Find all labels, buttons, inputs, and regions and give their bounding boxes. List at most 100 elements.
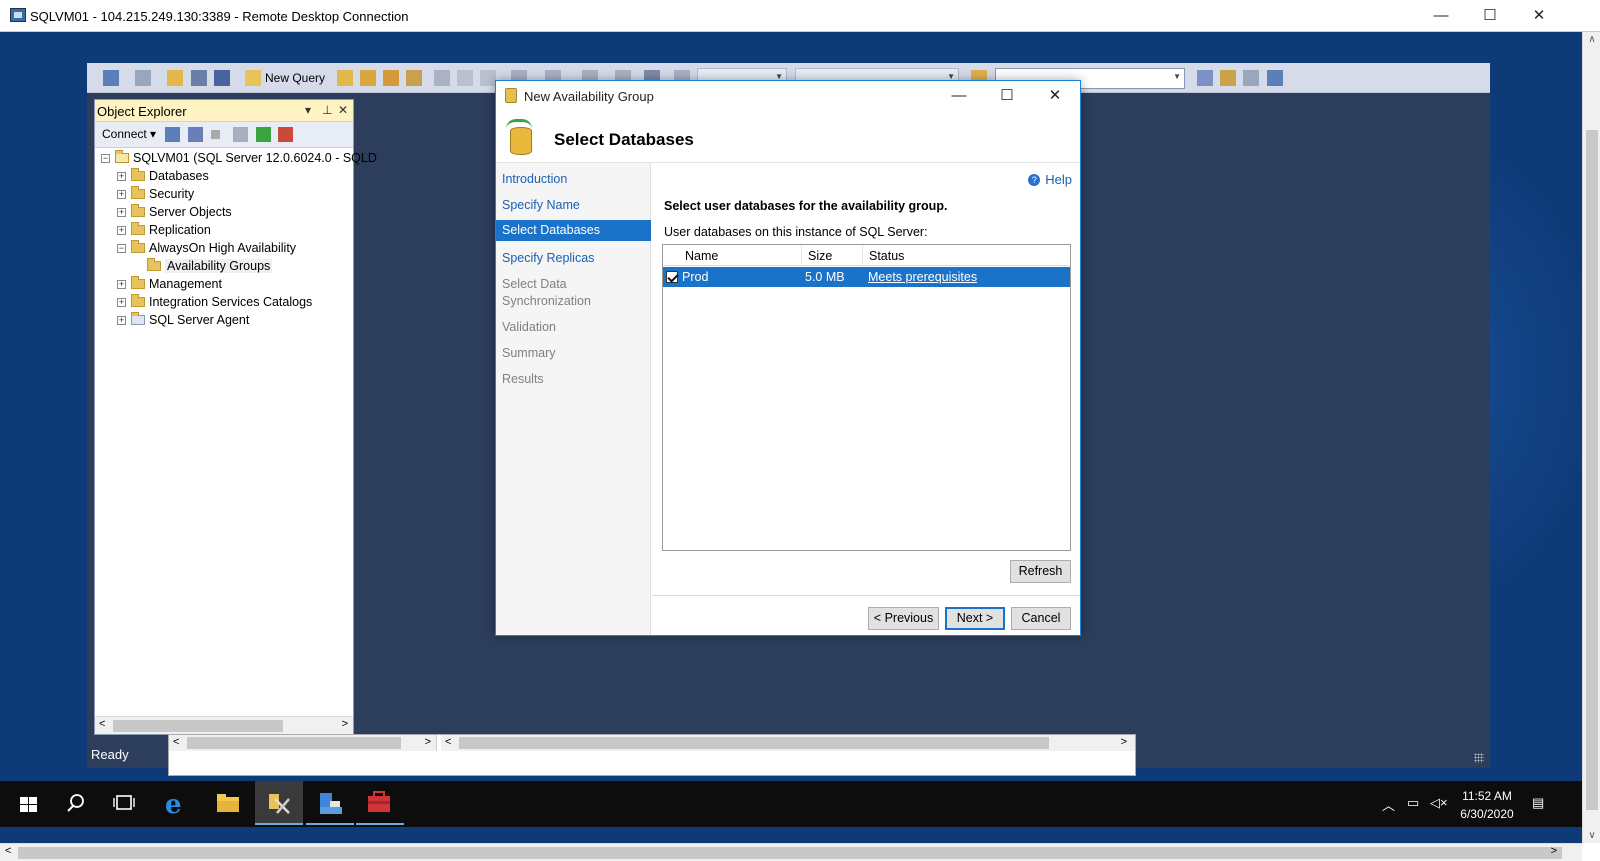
lower-hscrollbar-right[interactable]: < >	[441, 735, 1135, 751]
paste-icon[interactable]	[480, 70, 496, 86]
cancel-button[interactable]: Cancel	[1011, 607, 1071, 630]
scroll-up-icon[interactable]: ∧	[1583, 34, 1600, 45]
scroll-right-icon[interactable]: >	[1551, 845, 1557, 857]
scroll-left-icon[interactable]: <	[445, 736, 451, 748]
panel-dropdown-icon[interactable]: ▾	[305, 103, 311, 117]
scroll-thumb[interactable]	[113, 720, 283, 732]
expand-icon[interactable]: +	[117, 190, 126, 199]
connect-button[interactable]: Connect ▾	[102, 127, 156, 141]
refresh-icon[interactable]	[256, 127, 271, 142]
nav-introduction[interactable]: Introduction	[496, 171, 651, 188]
help-link[interactable]: ? Help	[1028, 172, 1072, 187]
tree-node-integration-services[interactable]: + Integration Services Catalogs	[117, 294, 353, 312]
tree-node-security[interactable]: + Security	[117, 186, 353, 204]
connect-object-explorer-icon[interactable]	[165, 127, 180, 142]
disconnect-icon[interactable]	[188, 127, 203, 142]
dialog-maximize-button[interactable]: ☐	[992, 85, 1022, 107]
scroll-down-icon[interactable]: ∨	[1583, 830, 1600, 841]
start-button[interactable]	[2, 781, 50, 825]
cut-icon[interactable]	[434, 70, 450, 86]
resize-grip-icon[interactable]	[1474, 753, 1484, 763]
add-item-icon[interactable]	[135, 70, 151, 86]
expand-icon[interactable]: +	[117, 208, 126, 217]
table-row[interactable]: Prod 5.0 MB Meets prerequisites	[663, 267, 1070, 287]
status-link[interactable]: Meets prerequisites	[868, 270, 977, 284]
save-icon[interactable]	[191, 70, 207, 86]
expand-icon[interactable]: +	[117, 226, 126, 235]
scroll-thumb[interactable]	[187, 737, 401, 749]
object-explorer-hscrollbar[interactable]: < >	[95, 716, 353, 734]
tree-node-databases[interactable]: + Databases	[117, 168, 353, 186]
refresh-button[interactable]: Refresh	[1010, 560, 1071, 583]
scroll-thumb[interactable]	[459, 737, 1049, 749]
filter-icon[interactable]	[233, 127, 248, 142]
maximize-button[interactable]: ☐	[1467, 0, 1513, 32]
nav-specify-replicas[interactable]: Specify Replicas	[496, 250, 651, 267]
toolbox-app-button[interactable]	[356, 781, 404, 825]
nav-specify-name[interactable]: Specify Name	[496, 197, 651, 214]
stop-icon[interactable]	[211, 130, 220, 139]
toolbox-icon[interactable]	[1243, 70, 1259, 86]
collapse-icon[interactable]: −	[101, 154, 110, 163]
show-hidden-icons[interactable]: ︿	[1382, 795, 1395, 814]
open-folder-icon[interactable]	[167, 70, 183, 86]
ie-button[interactable]: e	[152, 781, 200, 825]
activity-icon[interactable]	[278, 127, 293, 142]
dialog-minimize-button[interactable]: —	[944, 85, 974, 107]
analysis-query-icon[interactable]	[360, 70, 376, 86]
save-all-icon[interactable]	[214, 70, 230, 86]
copy-icon[interactable]	[457, 70, 473, 86]
expand-icon[interactable]: +	[117, 172, 126, 181]
scroll-thumb[interactable]	[18, 847, 1562, 859]
taskbar-clock[interactable]: 11:52 AM 6/30/2020	[1452, 787, 1522, 823]
properties-icon[interactable]	[1220, 70, 1236, 86]
column-size[interactable]: Size	[808, 249, 832, 263]
lower-hscrollbar-left[interactable]: < >	[169, 735, 437, 751]
column-status[interactable]: Status	[869, 249, 904, 263]
rdp-vertical-scrollbar[interactable]: ∧ ∨	[1582, 32, 1600, 843]
rdp-horizontal-scrollbar[interactable]: < >	[0, 843, 1582, 861]
scroll-left-icon[interactable]: <	[5, 845, 11, 857]
network-icon[interactable]: ▭	[1407, 795, 1419, 811]
tree-node-server-objects[interactable]: + Server Objects	[117, 204, 353, 222]
registered-servers-icon[interactable]	[1197, 70, 1213, 86]
new-query-icon[interactable]	[245, 70, 261, 86]
ssms-taskbar-button[interactable]	[255, 781, 303, 825]
new-project-icon[interactable]	[103, 70, 119, 86]
tree-node-sql-server-agent[interactable]: + SQL Server Agent	[117, 312, 353, 330]
expand-icon[interactable]: +	[117, 316, 126, 325]
xmla-query-icon[interactable]	[406, 70, 422, 86]
expand-icon[interactable]: +	[117, 280, 126, 289]
database-checkbox[interactable]	[666, 271, 678, 283]
volume-muted-icon[interactable]: ◁×	[1430, 795, 1448, 811]
dialog-close-button[interactable]: ✕	[1040, 85, 1070, 107]
file-explorer-button[interactable]	[204, 781, 252, 825]
pin-icon[interactable]: ⊥	[322, 103, 332, 117]
server-manager-button[interactable]	[306, 781, 354, 825]
mdx-query-icon[interactable]	[383, 70, 399, 86]
tree-node-management[interactable]: + Management	[117, 276, 353, 294]
column-name[interactable]: Name	[685, 249, 718, 263]
scroll-right-icon[interactable]: >	[342, 718, 348, 730]
tree-node-replication[interactable]: + Replication	[117, 222, 353, 240]
scroll-right-icon[interactable]: >	[425, 736, 431, 748]
scroll-thumb[interactable]	[1586, 130, 1598, 810]
tree-node-alwayson[interactable]: − AlwaysOn High Availability	[117, 240, 353, 258]
window-layout-icon[interactable]	[1267, 70, 1283, 86]
panel-close-icon[interactable]: ✕	[338, 103, 348, 117]
previous-button[interactable]: < Previous	[868, 607, 939, 630]
new-query-button[interactable]: New Query	[265, 71, 325, 85]
search-button[interactable]	[52, 781, 100, 825]
scroll-left-icon[interactable]: <	[99, 718, 105, 730]
tree-node-availability-groups[interactable]: Availability Groups	[133, 258, 353, 276]
close-button[interactable]: ✕	[1516, 0, 1562, 32]
nav-select-databases[interactable]: Select Databases	[496, 220, 651, 241]
minimize-button[interactable]: —	[1418, 0, 1464, 32]
next-button[interactable]: Next >	[945, 607, 1005, 630]
task-view-button[interactable]	[100, 781, 148, 825]
notifications-icon[interactable]: ▤	[1532, 795, 1544, 811]
scroll-left-icon[interactable]: <	[173, 736, 179, 748]
tree-node-server[interactable]: − SQLVM01 (SQL Server 12.0.6024.0 - SQLD	[101, 150, 377, 168]
db-engine-query-icon[interactable]	[337, 70, 353, 86]
collapse-icon[interactable]: −	[117, 244, 126, 253]
